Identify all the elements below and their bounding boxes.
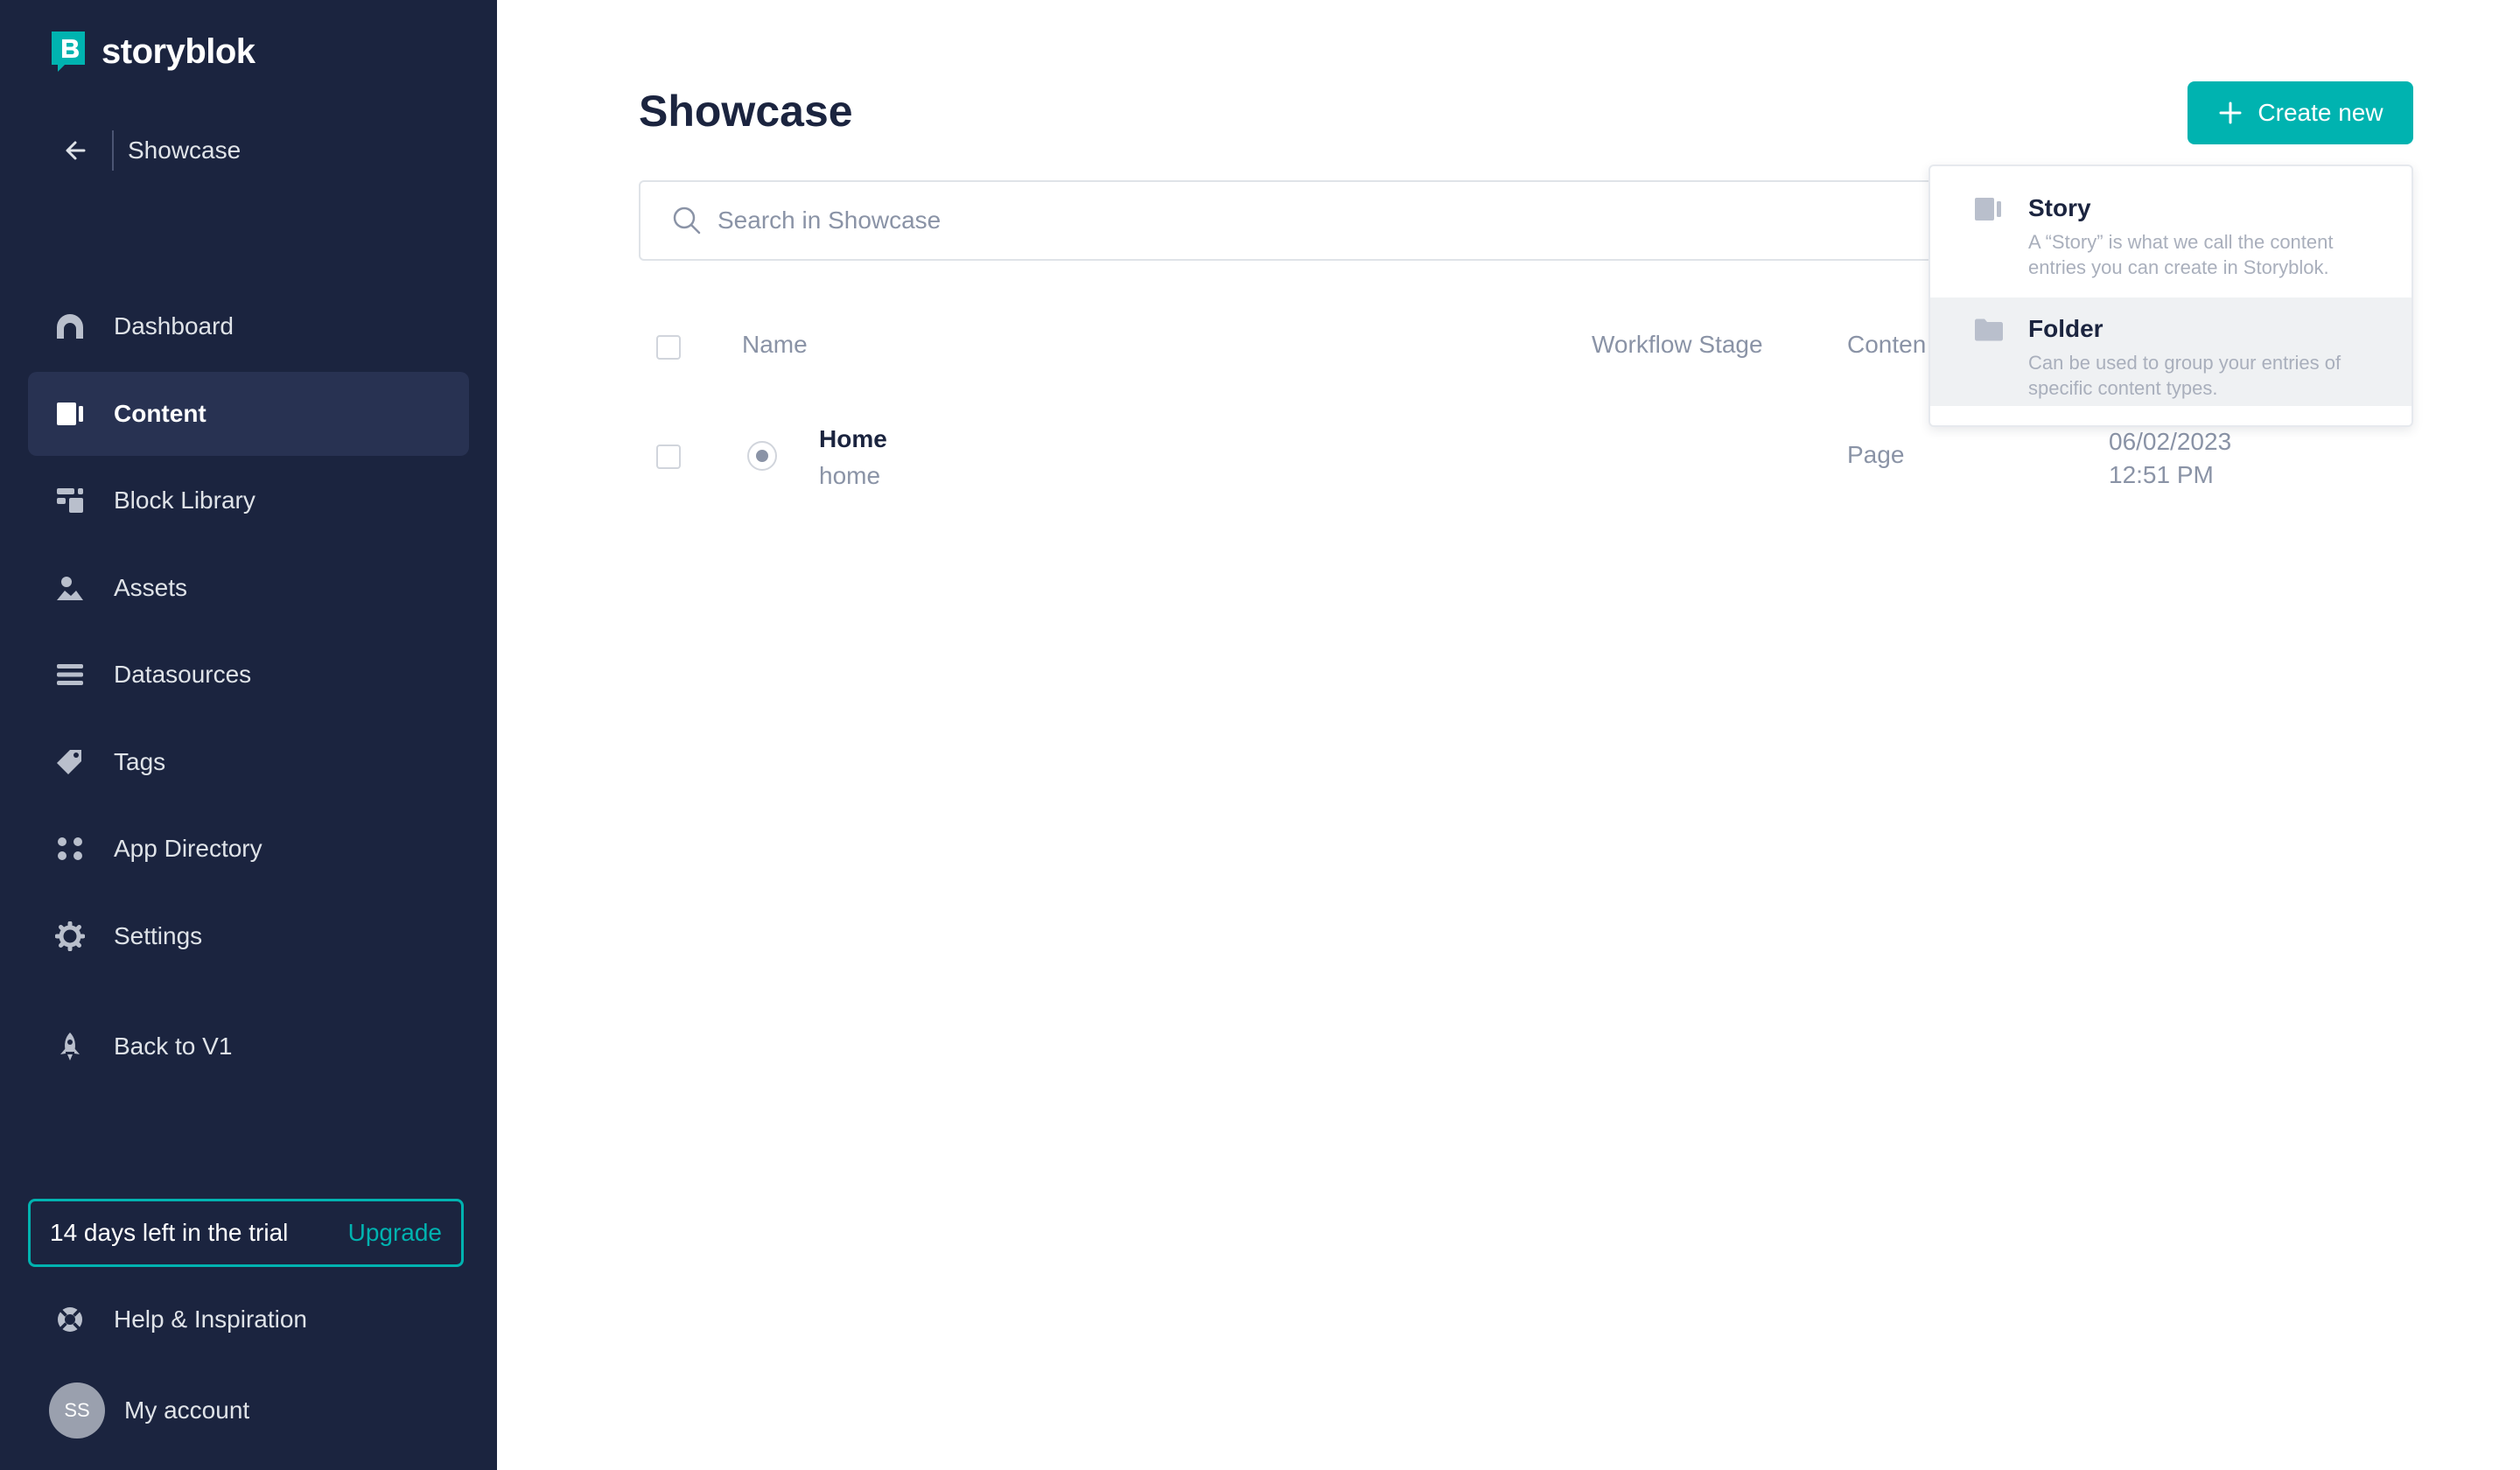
sidebar-item-dashboard[interactable]: Dashboard — [28, 284, 469, 368]
sidebar-item-label: Block Library — [114, 486, 256, 514]
column-header-content-type[interactable]: Conten — [1847, 331, 1926, 359]
column-header-name[interactable]: Name — [742, 331, 808, 359]
sidebar-item-assets[interactable]: Assets — [28, 546, 469, 630]
row-name[interactable]: Home — [819, 425, 887, 453]
account-label: My account — [124, 1396, 250, 1424]
sidebar: storyblok Showcase Dashboard Content Blo… — [0, 0, 497, 1470]
row-date: 06/02/2023 — [2109, 428, 2232, 455]
avatar: SS — [49, 1382, 105, 1438]
sidebar-item-back-to-v1[interactable]: Back to V1 — [28, 1004, 469, 1088]
account-menu[interactable]: SS My account — [49, 1382, 249, 1438]
row-content-type: Page — [1847, 441, 1905, 468]
datasources-icon — [54, 659, 86, 690]
row-time: 12:51 PM — [2109, 461, 2214, 488]
sidebar-item-label: App Directory — [114, 835, 262, 862]
row-slug: home — [819, 462, 881, 489]
upgrade-link[interactable]: Upgrade — [348, 1219, 442, 1247]
plus-icon — [2219, 102, 2242, 124]
content-icon — [54, 398, 86, 430]
sidebar-item-label: Back to V1 — [114, 1032, 233, 1060]
page-title: Showcase — [639, 87, 853, 136]
sidebar-item-label: Settings — [114, 921, 203, 949]
story-type-icon — [747, 441, 777, 471]
storyblok-logo-icon — [52, 32, 85, 72]
sidebar-item-help[interactable]: Help & Inspiration — [28, 1278, 469, 1362]
create-folder-option[interactable]: Folder Can be used to group your entries… — [1930, 298, 2412, 406]
rocket-icon — [54, 1031, 86, 1062]
tag-icon — [54, 746, 86, 778]
sidebar-item-label: Dashboard — [114, 312, 234, 340]
select-all-checkbox[interactable] — [656, 335, 681, 360]
trial-banner: 14 days left in the trial Upgrade — [28, 1199, 464, 1267]
space-switcher[interactable]: Showcase — [58, 128, 241, 173]
folder-option-title: Folder — [2028, 315, 2104, 342]
story-option-description: A “Story” is what we call the content en… — [2028, 231, 2334, 278]
space-name: Showcase — [128, 136, 242, 164]
create-new-button[interactable]: Create new — [2188, 81, 2413, 144]
row-last-updated: 06/02/2023 12:51 PM — [2109, 425, 2284, 492]
sidebar-item-content[interactable]: Content — [28, 371, 469, 456]
sidebar-item-tags[interactable]: Tags — [28, 720, 469, 804]
assets-icon — [54, 572, 86, 604]
sidebar-nav: Dashboard Content Block Library Assets D… — [28, 284, 469, 1091]
column-header-workflow-stage[interactable]: Workflow Stage — [1592, 331, 1763, 359]
lifebuoy-icon — [54, 1304, 86, 1335]
storyblok-logo[interactable]: storyblok — [49, 30, 256, 74]
arrow-left-icon[interactable] — [58, 132, 94, 169]
gear-icon — [54, 920, 86, 952]
folder-option-description: Can be used to group your entries of spe… — [2028, 352, 2342, 399]
story-icon — [1975, 198, 2001, 220]
create-story-option[interactable]: Story A “Story” is what we call the cont… — [1930, 177, 2412, 285]
sidebar-item-label: Help & Inspiration — [114, 1306, 308, 1333]
dashboard-icon — [54, 311, 86, 342]
divider — [112, 130, 114, 171]
sidebar-item-block-library[interactable]: Block Library — [28, 458, 469, 542]
brand-name: storyblok — [102, 32, 256, 71]
folder-icon — [1975, 318, 2003, 341]
sidebar-item-datasources[interactable]: Datasources — [28, 633, 469, 717]
create-new-dropdown: Story A “Story” is what we call the cont… — [1928, 164, 2413, 427]
block-library-icon — [54, 485, 86, 516]
search-icon — [673, 206, 701, 234]
trial-text: 14 days left in the trial — [50, 1219, 289, 1246]
story-option-title: Story — [2028, 194, 2091, 221]
sidebar-item-label: Tags — [114, 747, 166, 775]
apps-icon — [54, 833, 86, 864]
sidebar-item-label: Datasources — [114, 661, 252, 688]
row-checkbox[interactable] — [656, 444, 681, 469]
create-new-label: Create new — [2258, 99, 2384, 126]
sidebar-item-label: Assets — [114, 573, 188, 601]
sidebar-item-app-directory[interactable]: App Directory — [28, 807, 469, 891]
sidebar-item-settings[interactable]: Settings — [28, 894, 469, 978]
sidebar-item-label: Content — [114, 399, 206, 427]
